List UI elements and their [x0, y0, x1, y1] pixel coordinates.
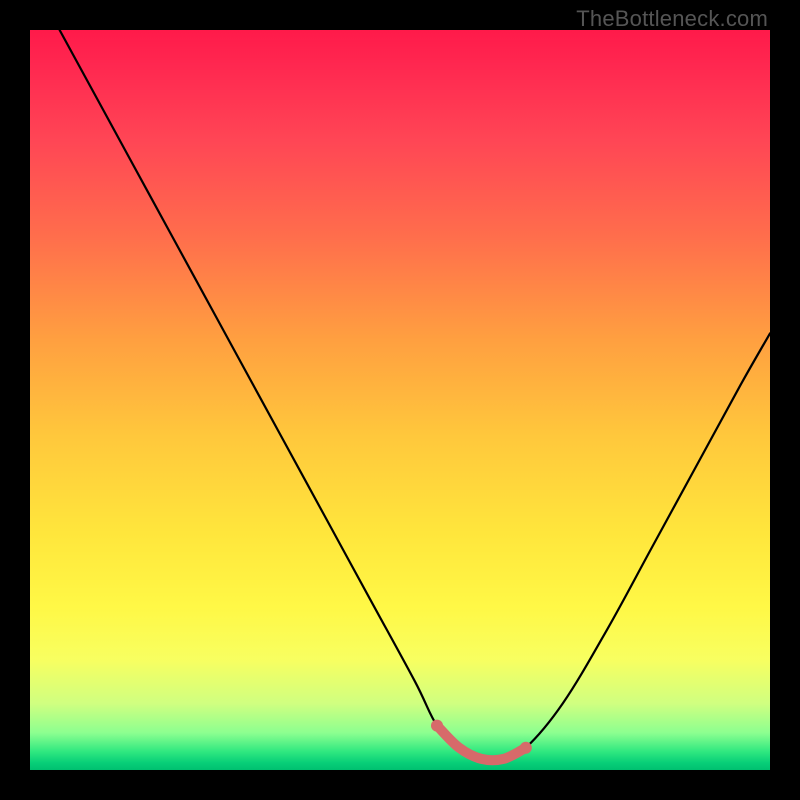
optimal-range-start-dot — [431, 720, 443, 732]
bottleneck-curve-line — [60, 30, 770, 760]
chart-plot-area — [30, 30, 770, 770]
optimal-range-end-dot — [520, 742, 532, 754]
optimal-range-highlight — [437, 726, 526, 761]
chart-svg — [30, 30, 770, 770]
watermark-text: TheBottleneck.com — [576, 6, 768, 32]
